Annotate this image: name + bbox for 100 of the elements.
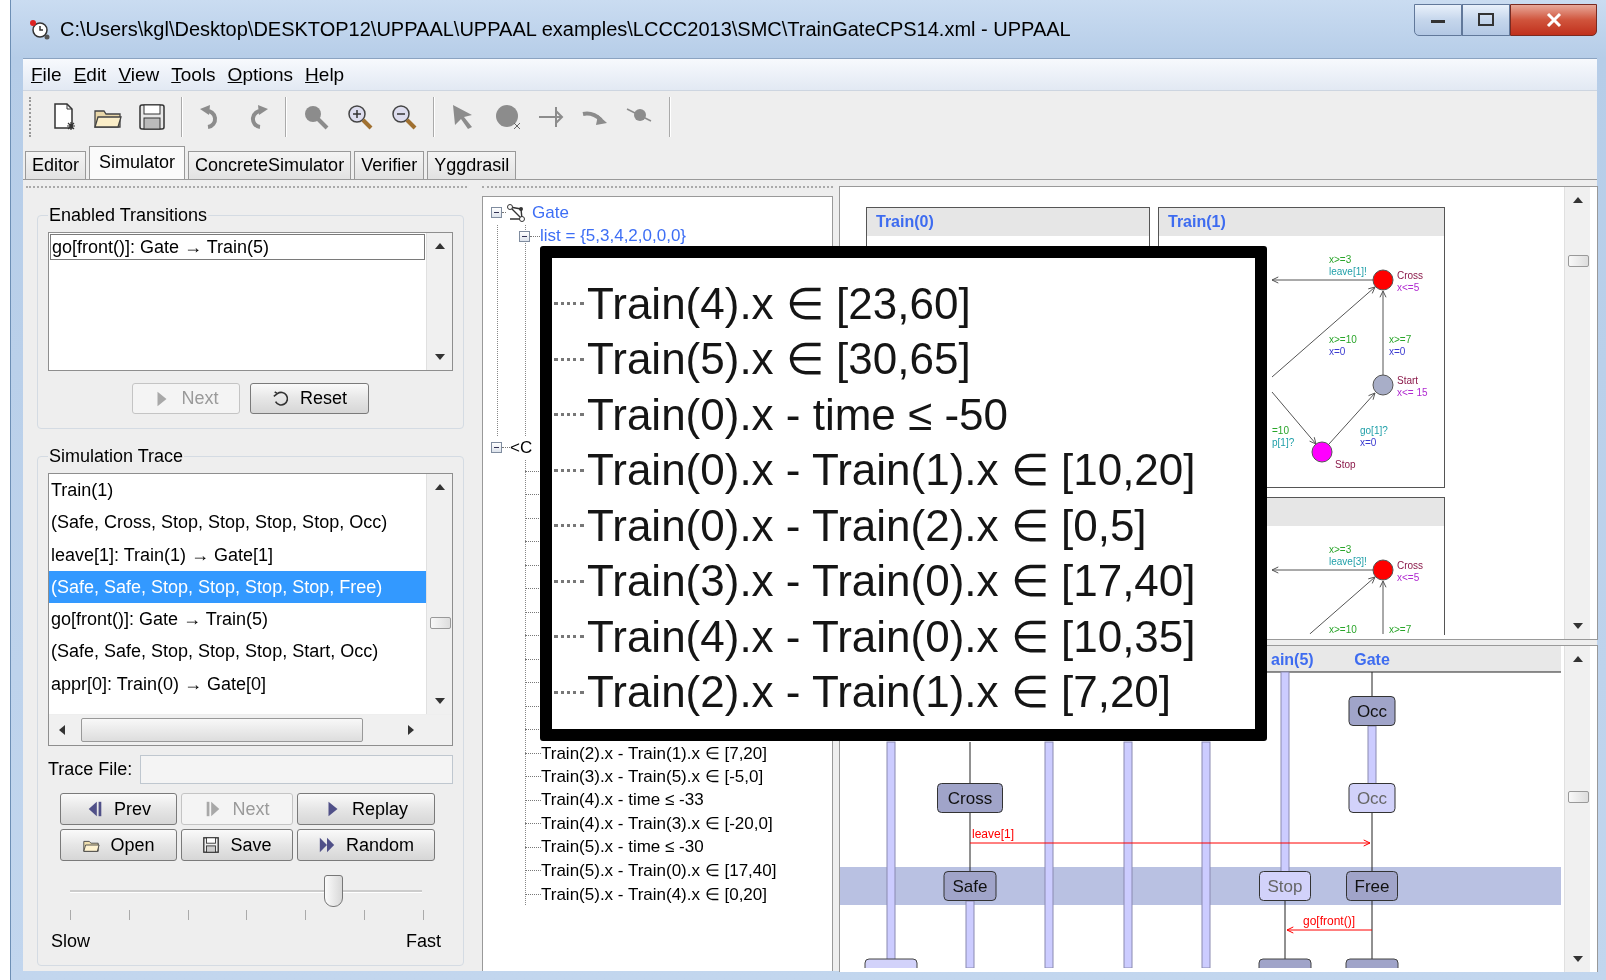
tree-item[interactable]: Train(2).x - Train(1).x ∈ [7,20] (541, 742, 767, 764)
process-title: Train(1) (1168, 213, 1226, 231)
random-button[interactable]: Random (297, 829, 435, 861)
state-box: Stop (1259, 871, 1311, 901)
location-label: Stop (1335, 459, 1356, 470)
state-box (1258, 958, 1312, 968)
menu-item[interactable]: Edit (67, 63, 113, 86)
tree-item[interactable]: Train(5).x - Train(0).x ∈ [17,40] (541, 860, 777, 882)
field-label: Trace File: (48, 759, 133, 780)
menu-item[interactable]: Options (221, 63, 300, 86)
state-box: Occ (1348, 783, 1396, 813)
trace-item[interactable]: go[front()]: Gate → Train(5) (49, 603, 426, 636)
sync-label: p[1]? (1272, 437, 1295, 448)
guard-label: x>=3 (1329, 254, 1352, 265)
lifeline (1367, 725, 1377, 785)
menu-item[interactable]: File (25, 63, 68, 86)
sync-label: leave[1]! (1329, 266, 1367, 277)
reset-button[interactable]: Reset (250, 383, 369, 414)
tree-item[interactable]: Train(3).x - Train(5).x ∈ [-5,0] (541, 766, 764, 788)
slider-label: Slow (51, 931, 90, 951)
expand-toggle[interactable] (491, 207, 502, 219)
constraint-text: Train(3).x - Train(0).x ∈ [17,40] (587, 556, 1196, 607)
column-title: ain(5) (1271, 651, 1314, 668)
transition-item[interactable]: go[front()]: Gate → Train(5) (50, 234, 425, 260)
constraint-text: Train(4).x ∈ [23,60] (587, 278, 971, 329)
tab[interactable]: Verifier (354, 151, 425, 179)
update-label: x=0 (1329, 346, 1346, 357)
location-label: Cross (1397, 270, 1424, 281)
tab[interactable]: Editor (25, 151, 87, 179)
invariant-label: x<=5 (1397, 572, 1420, 583)
constraint-text: Train(5).x ∈ [30,65] (587, 334, 971, 385)
group-title: Enabled Transitions (48, 205, 209, 226)
tree-item[interactable]: Train(4).x - Train(3).x ∈ [-20,0] (541, 813, 773, 835)
tab[interactable]: ConcreteSimulator (188, 151, 352, 179)
tab[interactable]: Yggdrasil (427, 151, 517, 179)
trace-file-field[interactable] (140, 755, 453, 784)
group-title: Simulation Trace (48, 446, 185, 467)
speed-slider[interactable] (70, 875, 422, 909)
tree-item[interactable]: <C (510, 437, 533, 458)
prev-button[interactable]: Prev (60, 793, 177, 825)
trace-item[interactable]: (Safe, Safe, Stop, Stop, Stop, Start, Occ) (49, 635, 426, 668)
minimize-button[interactable] (1414, 4, 1462, 36)
guard-label: x>=10 (1329, 334, 1357, 345)
tree-item[interactable]: Train(5).x - Train(4).x ∈ [0,20] (541, 883, 767, 905)
window-title: C:\Users\kgl\Desktop\DESKTOP12\UPPAAL\UPPAAL examples\LCCC2013\SMC\TrainGateCPS14.xml - UPPAAL (60, 17, 1072, 41)
trace-item[interactable]: (Safe, Cross, Stop, Stop, Stop, Stop, Occ) (49, 506, 426, 539)
state-box: Occ (1348, 696, 1396, 726)
save-button[interactable]: Save (181, 829, 293, 861)
menu-item[interactable]: Tools (165, 63, 222, 86)
column-title: Gate (1354, 651, 1390, 668)
process-title: Train(0) (876, 213, 934, 231)
slider-label: Fast (406, 931, 441, 951)
update-label: x=0 (1360, 437, 1377, 448)
trace-item[interactable]: Train(1) (49, 474, 426, 507)
maximize-icon (1477, 12, 1495, 28)
invariant-label: x<= 15 (1397, 387, 1428, 398)
process-icon (506, 202, 526, 223)
message-label: go[front()] (1303, 914, 1356, 928)
invariant-label: x<=5 (1397, 282, 1420, 293)
expand-toggle[interactable] (491, 442, 502, 454)
message-label: leave[1] (972, 827, 1015, 841)
tree-item[interactable]: Train(4).x - time ≤ -33 (541, 790, 704, 811)
update-label: x=0 (1389, 346, 1406, 357)
constraint-text: Train(2).x - Train(1).x ∈ [7,20] (587, 667, 1172, 718)
guard-label: =10 (1272, 425, 1289, 436)
tab[interactable]: Simulator (89, 146, 186, 179)
state-box: Free (1346, 871, 1398, 901)
app-icon (28, 18, 50, 40)
menu-item[interactable]: Help (299, 63, 351, 86)
close-icon (1544, 11, 1563, 29)
trace-item[interactable]: leave[1]: Train(1) → Gate[1] (49, 538, 426, 571)
guard-label: x>=7 (1389, 624, 1412, 634)
state-box: Safe (943, 871, 997, 901)
constraint-text: Train(0).x - time ≤ -50 (587, 389, 1009, 440)
step-back-icon (86, 800, 104, 818)
trace-item[interactable]: appr[0]: Train(0) → Gate[0] (49, 667, 426, 700)
fast-forward-icon (317, 836, 336, 854)
sync-label: leave[3]! (1329, 556, 1367, 567)
menu-item[interactable]: View (112, 63, 166, 86)
expand-toggle[interactable] (519, 230, 530, 242)
lifeline (965, 900, 975, 968)
sync-label: go[1]? (1360, 425, 1388, 436)
state-box: Cross (937, 783, 1003, 813)
replay-button[interactable]: Replay (297, 793, 435, 825)
guard-label: x>=10 (1329, 624, 1357, 634)
location-label: Start (1397, 375, 1419, 386)
reload-icon (272, 389, 290, 408)
constraint-text: Train(0).x - Train(1).x ∈ [10,20] (587, 445, 1196, 496)
guard-label: x>=3 (1329, 544, 1352, 555)
open-button[interactable]: Open (60, 829, 177, 861)
maximize-button[interactable] (1462, 4, 1510, 36)
constraint-text: Train(4).x - Train(0).x ∈ [10,35] (587, 611, 1196, 662)
tree-item[interactable]: list = {5,3,4,2,0,0,0} (540, 226, 687, 247)
state-box (1345, 958, 1399, 968)
state-box (864, 958, 918, 968)
location-label: Cross (1397, 560, 1424, 571)
constraint-text: Train(0).x - Train(2).x ∈ [0,5] (587, 500, 1147, 551)
tree-item[interactable]: Train(5).x - time ≤ -30 (541, 837, 704, 858)
tree-item[interactable]: Gate (532, 202, 569, 223)
close-button[interactable] (1510, 4, 1597, 36)
